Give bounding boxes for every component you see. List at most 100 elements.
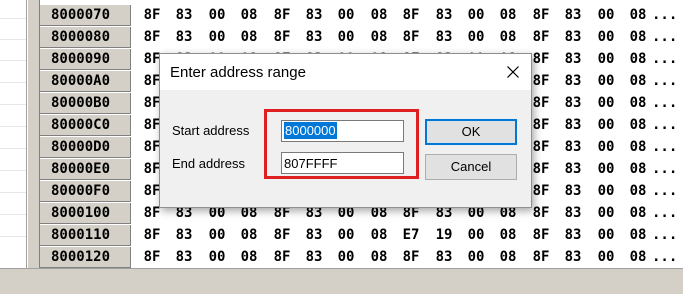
hex-byte[interactable]: 8F: [395, 5, 427, 26]
hex-byte[interactable]: 8F: [266, 27, 298, 48]
hex-byte[interactable]: 00: [460, 225, 492, 246]
hex-byte[interactable]: 08: [622, 159, 654, 180]
hex-byte[interactable]: 08: [622, 71, 654, 92]
hex-byte[interactable]: 08: [622, 49, 654, 70]
hex-byte[interactable]: 00: [590, 49, 622, 70]
hex-byte[interactable]: 08: [492, 5, 524, 26]
hex-byte[interactable]: 08: [622, 203, 654, 224]
hex-byte[interactable]: 08: [622, 225, 654, 246]
hex-byte[interactable]: 00: [330, 27, 362, 48]
hex-row[interactable]: 8000110 8F 83 00 08 8F 83 00 08 E7 19 00 08 8F 83 00 08.…: [40, 225, 683, 247]
hex-byte[interactable]: 83: [298, 27, 330, 48]
hex-byte[interactable]: 00: [590, 115, 622, 136]
hex-byte[interactable]: 00: [460, 247, 492, 268]
pane-splitter[interactable]: [27, 0, 40, 270]
hex-byte[interactable]: 00: [590, 247, 622, 268]
hex-byte[interactable]: 83: [428, 27, 460, 48]
hex-byte[interactable]: 8F: [525, 27, 557, 48]
end-address-input[interactable]: [281, 152, 404, 174]
hex-byte[interactable]: 83: [557, 71, 589, 92]
hex-byte[interactable]: 08: [233, 225, 265, 246]
hex-byte[interactable]: 08: [363, 225, 395, 246]
hex-byte[interactable]: 00: [201, 5, 233, 26]
hex-byte[interactable]: 83: [168, 225, 200, 246]
hex-byte[interactable]: 00: [201, 247, 233, 268]
hex-byte[interactable]: 83: [557, 203, 589, 224]
hex-byte[interactable]: 8F: [136, 247, 168, 268]
hex-byte[interactable]: 00: [330, 247, 362, 268]
hex-byte[interactable]: 00: [330, 5, 362, 26]
hex-byte[interactable]: 83: [557, 225, 589, 246]
hex-byte[interactable]: 83: [557, 93, 589, 114]
hex-byte[interactable]: 8F: [136, 5, 168, 26]
hex-byte[interactable]: 08: [492, 247, 524, 268]
grid-line: [0, 126, 26, 127]
hex-byte[interactable]: 83: [557, 159, 589, 180]
hex-byte[interactable]: 08: [492, 225, 524, 246]
hex-byte[interactable]: 00: [201, 27, 233, 48]
hex-byte[interactable]: 08: [492, 27, 524, 48]
hex-byte[interactable]: 00: [590, 5, 622, 26]
hex-byte[interactable]: 83: [168, 27, 200, 48]
hex-byte[interactable]: 8F: [395, 27, 427, 48]
hex-byte[interactable]: 08: [622, 247, 654, 268]
hex-byte[interactable]: E7: [395, 225, 427, 246]
hex-row[interactable]: 8000120 8F 83 00 08 8F 83 00 08 8F 83 00 08 8F 83 00 08.…: [40, 247, 683, 268]
hex-byte[interactable]: 08: [622, 27, 654, 48]
hex-byte[interactable]: 8F: [136, 225, 168, 246]
hex-byte[interactable]: 83: [557, 115, 589, 136]
hex-byte[interactable]: 83: [557, 5, 589, 26]
hex-byte[interactable]: 83: [428, 247, 460, 268]
hex-byte[interactable]: 00: [590, 203, 622, 224]
hex-byte[interactable]: 08: [622, 115, 654, 136]
hex-byte[interactable]: 83: [168, 247, 200, 268]
hex-byte[interactable]: 08: [622, 93, 654, 114]
hex-byte[interactable]: 8F: [266, 247, 298, 268]
hex-byte[interactable]: 83: [557, 27, 589, 48]
hex-byte[interactable]: 08: [233, 27, 265, 48]
hex-byte[interactable]: 08: [233, 247, 265, 268]
hex-byte[interactable]: 08: [622, 137, 654, 158]
hex-byte[interactable]: 83: [428, 5, 460, 26]
hex-byte[interactable]: 83: [298, 5, 330, 26]
hex-byte[interactable]: 00: [590, 181, 622, 202]
hex-byte[interactable]: 00: [590, 93, 622, 114]
hex-byte[interactable]: 83: [298, 247, 330, 268]
hex-byte[interactable]: 00: [460, 5, 492, 26]
hex-byte[interactable]: 8F: [525, 247, 557, 268]
hex-byte[interactable]: 19: [428, 225, 460, 246]
close-button[interactable]: [495, 54, 531, 90]
hex-byte[interactable]: 83: [557, 247, 589, 268]
hex-byte[interactable]: 83: [168, 5, 200, 26]
hex-byte[interactable]: 8F: [266, 225, 298, 246]
hex-byte[interactable]: 00: [330, 225, 362, 246]
hex-byte[interactable]: 83: [298, 225, 330, 246]
hex-byte[interactable]: 00: [590, 137, 622, 158]
cancel-button[interactable]: Cancel: [425, 154, 517, 180]
hex-byte[interactable]: 8F: [395, 247, 427, 268]
hex-byte[interactable]: 83: [557, 49, 589, 70]
hex-byte[interactable]: 8F: [525, 225, 557, 246]
hex-row[interactable]: 8000070 8F 83 00 08 8F 83 00 08 8F 83 00 08 8F 83 00 08.…: [40, 5, 683, 27]
hex-byte[interactable]: 00: [590, 71, 622, 92]
hex-byte[interactable]: 00: [590, 27, 622, 48]
hex-byte[interactable]: 08: [363, 247, 395, 268]
hex-byte[interactable]: 00: [590, 159, 622, 180]
hex-byte[interactable]: 83: [557, 137, 589, 158]
hex-byte[interactable]: 00: [460, 27, 492, 48]
hex-byte[interactable]: 8F: [266, 5, 298, 26]
hex-byte[interactable]: 00: [201, 225, 233, 246]
ok-button[interactable]: OK: [425, 119, 517, 145]
dialog-titlebar[interactable]: Enter address range: [160, 54, 531, 90]
hex-byte[interactable]: 08: [622, 181, 654, 202]
hex-byte[interactable]: 83: [557, 181, 589, 202]
hex-byte[interactable]: 08: [363, 5, 395, 26]
hex-byte[interactable]: 08: [622, 5, 654, 26]
hex-byte[interactable]: 08: [363, 27, 395, 48]
hex-byte[interactable]: 08: [233, 5, 265, 26]
hex-byte[interactable]: 8F: [525, 5, 557, 26]
hex-byte[interactable]: 8F: [136, 27, 168, 48]
start-address-input[interactable]: 8000000: [281, 120, 404, 142]
hex-row[interactable]: 8000080 8F 83 00 08 8F 83 00 08 8F 83 00 08 8F 83 00 08.…: [40, 27, 683, 49]
hex-byte[interactable]: 00: [590, 225, 622, 246]
